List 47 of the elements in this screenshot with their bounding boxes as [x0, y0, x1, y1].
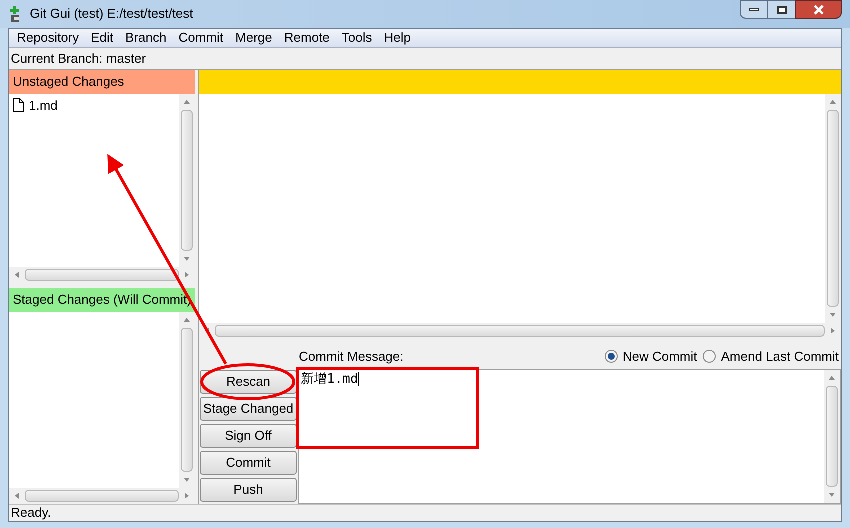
- scroll-right-arrow-icon[interactable]: [183, 271, 191, 279]
- scroll-up-arrow-icon[interactable]: [183, 316, 191, 324]
- scroll-up-arrow-icon[interactable]: [183, 98, 191, 106]
- vertical-scrollbar[interactable]: [179, 312, 195, 488]
- scroll-right-arrow-icon[interactable]: [829, 327, 837, 335]
- menu-item[interactable]: Tools: [336, 28, 378, 48]
- menu-item[interactable]: Help: [378, 28, 418, 48]
- vertical-scrollbar[interactable]: [179, 94, 195, 267]
- menu-item[interactable]: Edit: [85, 28, 120, 48]
- action-button[interactable]: Commit: [200, 451, 297, 475]
- action-button[interactable]: Stage Changed: [200, 397, 297, 421]
- action-button[interactable]: Sign Off: [200, 424, 297, 448]
- scroll-up-arrow-icon[interactable]: [829, 98, 837, 106]
- commit-message-label: Commit Message:: [299, 348, 404, 366]
- status-text: Ready.: [11, 504, 52, 522]
- maximize-button[interactable]: [768, 0, 795, 19]
- menu-item[interactable]: Remote: [278, 28, 336, 48]
- radio-label: Amend Last Commit: [721, 348, 839, 366]
- file-icon: [13, 98, 25, 114]
- commit-message-field[interactable]: 新增1.md: [298, 369, 841, 504]
- file-name[interactable]: 1.md: [29, 96, 58, 116]
- scroll-down-arrow-icon[interactable]: [183, 255, 191, 263]
- unstaged-header: Unstaged Changes: [9, 70, 195, 94]
- close-icon: [812, 4, 824, 14]
- action-button[interactable]: Rescan: [200, 370, 297, 394]
- minimize-button[interactable]: [740, 0, 768, 19]
- scroll-down-arrow-icon[interactable]: [183, 476, 191, 484]
- window-title: Git Gui (test) E:/test/test/test: [30, 5, 194, 24]
- action-button[interactable]: Push: [200, 478, 297, 502]
- vertical-scrollbar[interactable]: [825, 94, 841, 323]
- menu-item[interactable]: Branch: [120, 28, 173, 48]
- radio-label: New Commit: [622, 348, 698, 366]
- scroll-left-arrow-icon[interactable]: [13, 492, 21, 500]
- scroll-up-arrow-icon[interactable]: [828, 374, 836, 382]
- git-logo-icon: [8, 5, 22, 23]
- close-button[interactable]: [795, 0, 842, 19]
- current-branch-label: Current Branch: master: [11, 50, 146, 68]
- menu-item[interactable]: Repository: [11, 28, 86, 48]
- radio-button[interactable]: [604, 350, 618, 363]
- scroll-down-arrow-icon[interactable]: [828, 491, 836, 499]
- scroll-right-arrow-icon[interactable]: [183, 492, 191, 500]
- scroll-left-arrow-icon[interactable]: [13, 271, 21, 279]
- scroll-down-arrow-icon[interactable]: [829, 311, 837, 319]
- radio-button[interactable]: [703, 350, 716, 363]
- menu-item[interactable]: Commit: [172, 28, 230, 48]
- menu-item[interactable]: Merge: [230, 28, 278, 48]
- vertical-scrollbar[interactable]: [824, 370, 840, 503]
